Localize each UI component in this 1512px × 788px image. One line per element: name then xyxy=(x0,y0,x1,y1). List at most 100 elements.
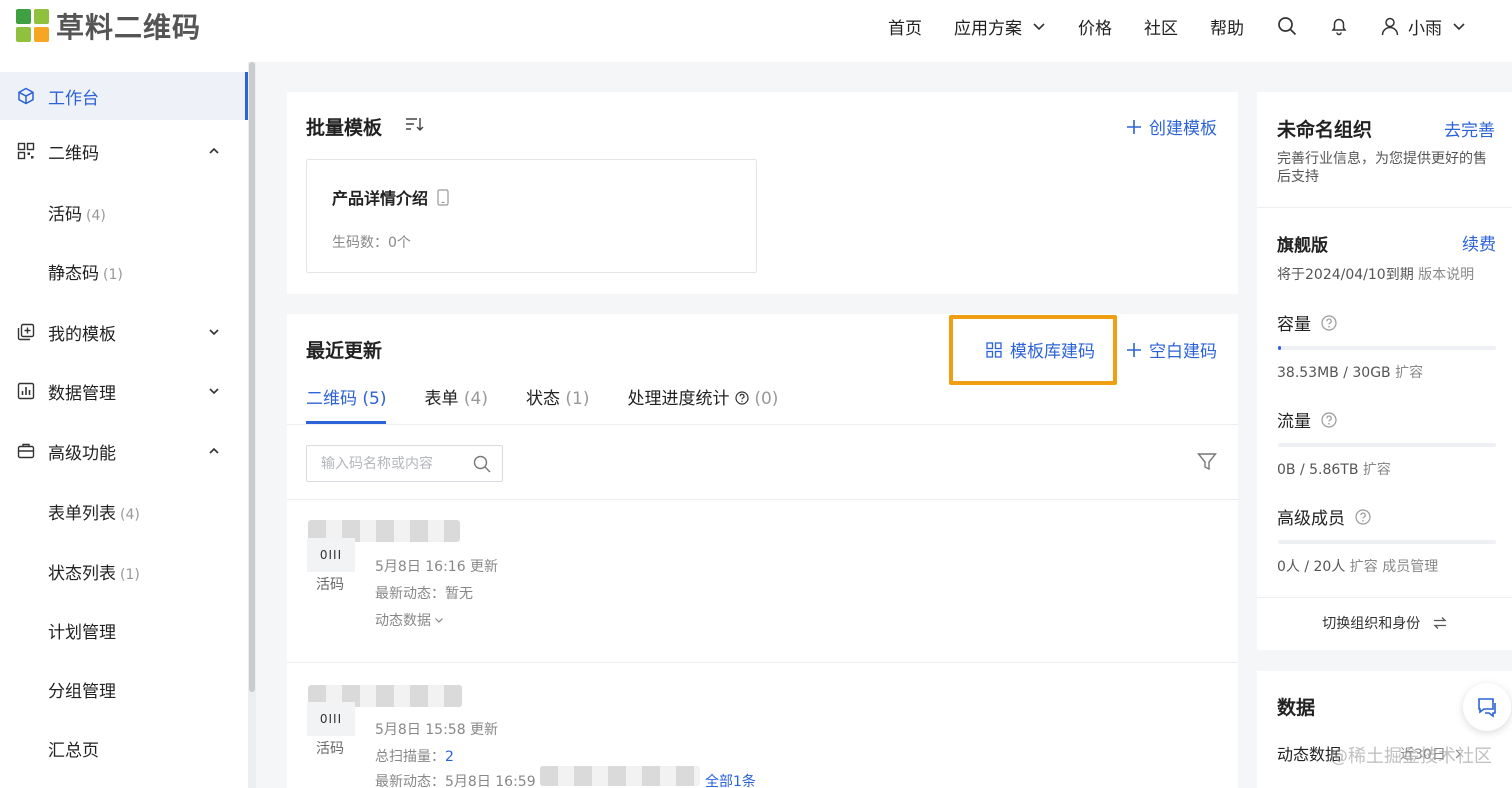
sidebar-item-advanced[interactable]: 高级功能 xyxy=(0,427,248,475)
org-footer-divider xyxy=(1257,597,1512,598)
plan-name: 旗舰版 xyxy=(1277,236,1328,256)
sidebar-item-group-management[interactable]: 分组管理 xyxy=(0,665,248,713)
chat-support-button[interactable] xyxy=(1463,683,1511,731)
renew-link[interactable]: 续费 xyxy=(1462,230,1496,255)
data-card-title: 数据 xyxy=(1277,697,1316,719)
brand-name: 草料二维码 xyxy=(56,11,202,44)
tabs-divider xyxy=(287,424,1238,425)
nav-home[interactable]: 首页 xyxy=(888,14,922,39)
sidebar-scrollbar[interactable] xyxy=(249,62,255,692)
latest-activity: 最新动态：5月8日 16:59 xyxy=(375,774,536,788)
capacity-progress xyxy=(1278,346,1496,350)
members-label: 高级成员 xyxy=(1277,504,1371,529)
sidebar-item-workbench[interactable]: 工作台 xyxy=(0,72,248,120)
user-menu[interactable]: 小雨 xyxy=(1380,14,1466,39)
capacity-expand-link[interactable]: 扩容 xyxy=(1395,365,1423,381)
chevron-down-icon xyxy=(1033,23,1045,31)
mobile-icon xyxy=(437,188,449,206)
sidebar-item-live-code[interactable]: 活码 (4) xyxy=(0,188,248,236)
sidebar-item-data-management[interactable]: 数据管理 xyxy=(0,367,248,415)
help-circle-icon[interactable] xyxy=(1321,411,1337,428)
search-icon[interactable] xyxy=(473,455,491,473)
code-type-label: 活码 xyxy=(316,577,344,593)
sidebar-item-status-list[interactable]: 状态列表 (1) xyxy=(0,547,248,595)
traffic-value: 0B / 5.86TB 扩容 xyxy=(1277,462,1391,478)
row-divider xyxy=(287,662,1238,663)
complete-info-link[interactable]: 去完善 xyxy=(1444,116,1495,141)
qr-thumbnail[interactable]: 0III xyxy=(307,702,355,736)
search-icon[interactable] xyxy=(1276,15,1298,37)
scan-count-link[interactable]: 2 xyxy=(445,749,454,765)
watermark: @稀土掘金技术社区 xyxy=(1330,746,1492,767)
grid-icon xyxy=(986,341,1002,358)
create-template-button[interactable]: 创建模板 xyxy=(1126,114,1217,139)
nav-pricing[interactable]: 价格 xyxy=(1078,14,1112,39)
tab-status[interactable]: 状态 (1) xyxy=(526,384,590,424)
members-progress xyxy=(1278,540,1496,544)
latest-activity: 最新动态：暂无 xyxy=(375,586,473,602)
capacity-value: 38.53MB / 30GB 扩容 xyxy=(1277,365,1424,381)
plus-icon xyxy=(1127,119,1141,134)
filter-icon[interactable] xyxy=(1197,452,1217,472)
version-note-link[interactable]: 版本说明 xyxy=(1418,267,1474,283)
chevron-down-icon xyxy=(206,324,222,340)
nav-help[interactable]: 帮助 xyxy=(1210,14,1244,39)
org-description: 完善行业信息，为您提供更好的售后支持 xyxy=(1277,151,1487,185)
list-divider xyxy=(287,499,1238,500)
template-card-product[interactable]: 产品详情介绍 生码数：0个 xyxy=(306,159,757,273)
members-expand-link[interactable]: 扩容 xyxy=(1350,559,1378,575)
qrcode-icon xyxy=(16,141,36,161)
help-circle-icon[interactable] xyxy=(1321,314,1337,331)
switch-org-button[interactable]: 切换组织和身份 xyxy=(1257,613,1512,633)
capacity-label: 容量 xyxy=(1277,310,1337,335)
chevron-down-icon xyxy=(1453,23,1465,31)
bell-icon[interactable] xyxy=(1328,15,1350,37)
nav-community[interactable]: 社区 xyxy=(1144,14,1178,39)
updated-time: 5月8日 15:58 更新 xyxy=(375,722,499,738)
search-input[interactable] xyxy=(307,446,457,481)
all-activity-link[interactable]: 全部1条 xyxy=(705,771,756,788)
chevron-up-icon xyxy=(206,443,222,459)
logo-icon xyxy=(16,9,50,43)
tab-form[interactable]: 表单 (4) xyxy=(425,384,489,424)
create-from-library-button[interactable]: 模板库建码 xyxy=(986,337,1095,362)
help-circle-icon[interactable] xyxy=(1355,508,1371,525)
plan-expiry: 将于2024/04/10到期 版本说明 xyxy=(1277,267,1475,283)
nav-solutions[interactable]: 应用方案 xyxy=(954,14,1046,39)
qr-thumbnail[interactable]: 0III xyxy=(307,538,355,572)
chevron-up-icon xyxy=(206,143,222,159)
org-name: 未命名组织 xyxy=(1277,119,1373,141)
tab-progress-stats[interactable]: 处理进度统计 (0) xyxy=(628,384,779,424)
sidebar-item-qrcode[interactable]: 二维码 xyxy=(0,127,248,175)
batch-template-title: 批量模板 xyxy=(306,117,383,139)
sort-icon[interactable] xyxy=(405,116,425,134)
help-circle-icon xyxy=(735,391,749,405)
top-header: 草料二维码 首页 应用方案 价格 社区 帮助 小雨 xyxy=(0,0,1512,62)
cube-icon xyxy=(16,86,36,106)
briefcase-icon xyxy=(16,441,36,461)
traffic-label: 流量 xyxy=(1277,407,1337,432)
template-gen-count: 生码数：0个 xyxy=(332,235,411,251)
user-icon xyxy=(1381,17,1399,36)
sidebar-item-form-list[interactable]: 表单列表 (4) xyxy=(0,487,248,535)
blurred-activity xyxy=(540,766,700,786)
blank-create-button[interactable]: 空白建码 xyxy=(1126,337,1217,362)
code-search[interactable] xyxy=(306,445,503,482)
bar-chart-icon xyxy=(16,381,36,401)
sidebar-item-plan-management[interactable]: 计划管理 xyxy=(0,606,248,654)
total-scans: 总扫描量：2 xyxy=(375,749,454,765)
template-name: 产品详情介绍 xyxy=(332,189,429,208)
traffic-expand-link[interactable]: 扩容 xyxy=(1363,462,1391,478)
chevron-down-icon xyxy=(206,383,222,399)
tab-qrcode[interactable]: 二维码 (5) xyxy=(306,384,387,424)
brand-logo[interactable]: 草料二维码 xyxy=(16,6,201,46)
template-icon xyxy=(16,322,36,342)
main-nav: 首页 应用方案 价格 社区 帮助 小雨 xyxy=(888,12,1466,40)
members-manage-link[interactable]: 成员管理 xyxy=(1382,559,1438,575)
sidebar-item-my-templates[interactable]: 我的模板 xyxy=(0,308,248,356)
dynamic-data-toggle[interactable]: 动态数据 xyxy=(375,610,444,630)
sidebar-item-static-code[interactable]: 静态码 (1) xyxy=(0,247,248,295)
traffic-progress xyxy=(1278,443,1496,447)
plus-icon xyxy=(1127,342,1141,357)
sidebar-item-summary[interactable]: 汇总页 xyxy=(0,724,248,772)
